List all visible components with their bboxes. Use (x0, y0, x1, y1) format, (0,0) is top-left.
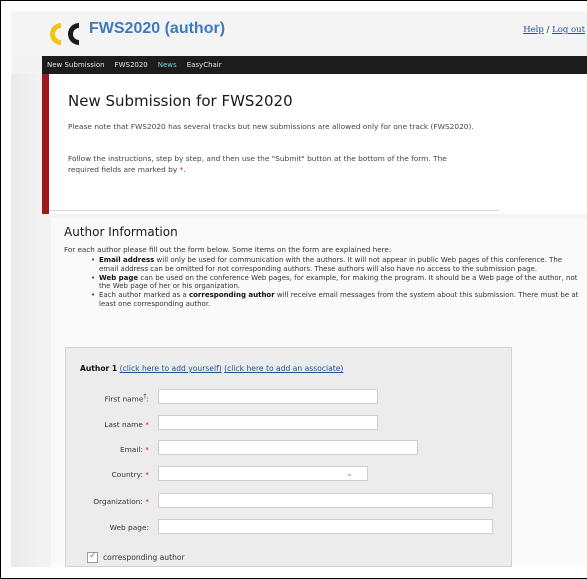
page-title: New Submission for FWS2020 (68, 92, 293, 110)
required-marker: * (145, 470, 149, 479)
app-header: FWS2020 (author) Help / Log out (11, 11, 587, 55)
section-subtitle: For each author please fill out the form… (64, 245, 392, 254)
country-label: Country: * (76, 470, 149, 479)
web-page-field[interactable] (158, 519, 493, 534)
web-page-label: Web page: (109, 523, 149, 532)
first-name-label-colon: : (146, 394, 150, 404)
nav-news[interactable]: News (153, 56, 182, 74)
organization-label: Organization: * (66, 497, 149, 506)
bullet-term: corresponding author (188, 291, 275, 300)
first-name-label-text: First name (104, 394, 144, 404)
add-yourself-link[interactable]: (click here to add yourself) (120, 364, 222, 373)
nav-fws2020[interactable]: FWS2020 (110, 56, 153, 74)
author-heading: Author 1 (click here to add yourself) (c… (80, 364, 343, 373)
instructions-end: . (183, 164, 186, 174)
add-associate-link[interactable]: (click here to add an associate) (224, 364, 343, 373)
corresponding-author-row: corresponding author (87, 551, 185, 563)
list-item: Each author marked as a corresponding au… (91, 291, 581, 309)
first-name-field[interactable] (158, 389, 378, 404)
last-name-label-text: Last name (104, 420, 143, 429)
email-label: Email: * (76, 445, 149, 454)
main-nav: New Submission FWS2020 News EasyChair (42, 56, 587, 74)
country-label-text: Country: (111, 470, 143, 479)
link-separator: / (546, 25, 550, 35)
accent-bar (42, 74, 49, 214)
corresponding-author-label[interactable]: corresponding author (103, 553, 185, 562)
required-marker: * (145, 445, 149, 454)
section-title: Author Information (64, 225, 178, 239)
section-divider (49, 210, 499, 211)
chevron-down-icon: ⌄ (346, 469, 353, 478)
explanation-list: Email address will only be used for comm… (91, 256, 581, 309)
email-label-text: Email: (119, 445, 143, 454)
bullet-text: can be used on the conference Web pages,… (99, 273, 578, 291)
last-name-label: Last name * (76, 420, 149, 429)
first-name-label: First name†: (76, 393, 149, 403)
required-marker: * (145, 497, 149, 506)
organization-field[interactable] (158, 493, 493, 508)
bullet-text: will only be used for communication with… (99, 256, 563, 273)
list-item: Web page can be used on the conference W… (91, 274, 581, 292)
intro-instructions: Follow the instructions, step by step, a… (68, 154, 478, 175)
intro-panel: New Submission for FWS2020 Please note t… (49, 74, 587, 214)
page-side-margin (11, 74, 42, 567)
easychair-logo-icon (50, 23, 79, 45)
author-form: Author 1 (click here to add yourself) (c… (65, 347, 512, 567)
email-field[interactable] (158, 440, 418, 455)
nav-new-submission[interactable]: New Submission (42, 56, 110, 74)
intro-note: Please note that FWS2020 has several tra… (68, 122, 474, 131)
organization-label-text: Organization: (93, 497, 143, 506)
browser-page: FWS2020 (author) Help / Log out New Subm… (11, 11, 587, 567)
author-number: Author 1 (80, 364, 118, 373)
corresponding-author-checkbox[interactable] (87, 551, 98, 563)
logout-link[interactable]: Log out (552, 25, 585, 35)
app-title: FWS2020 (author) (89, 20, 226, 37)
help-link[interactable]: Help (523, 25, 544, 35)
nav-easychair[interactable]: EasyChair (182, 56, 227, 74)
bullet-term: Email address (99, 256, 155, 264)
last-name-field[interactable] (158, 415, 378, 430)
list-item: Email address will only be used for comm… (91, 256, 581, 274)
bullet-term: Web page (99, 273, 139, 282)
top-links: Help / Log out (523, 25, 585, 35)
instructions-text: Follow the instructions, step by step, a… (68, 154, 447, 174)
required-marker: * (145, 420, 149, 429)
country-select[interactable]: ⌄ (158, 466, 368, 481)
bullet-prefix: Each author marked as a (99, 291, 189, 300)
